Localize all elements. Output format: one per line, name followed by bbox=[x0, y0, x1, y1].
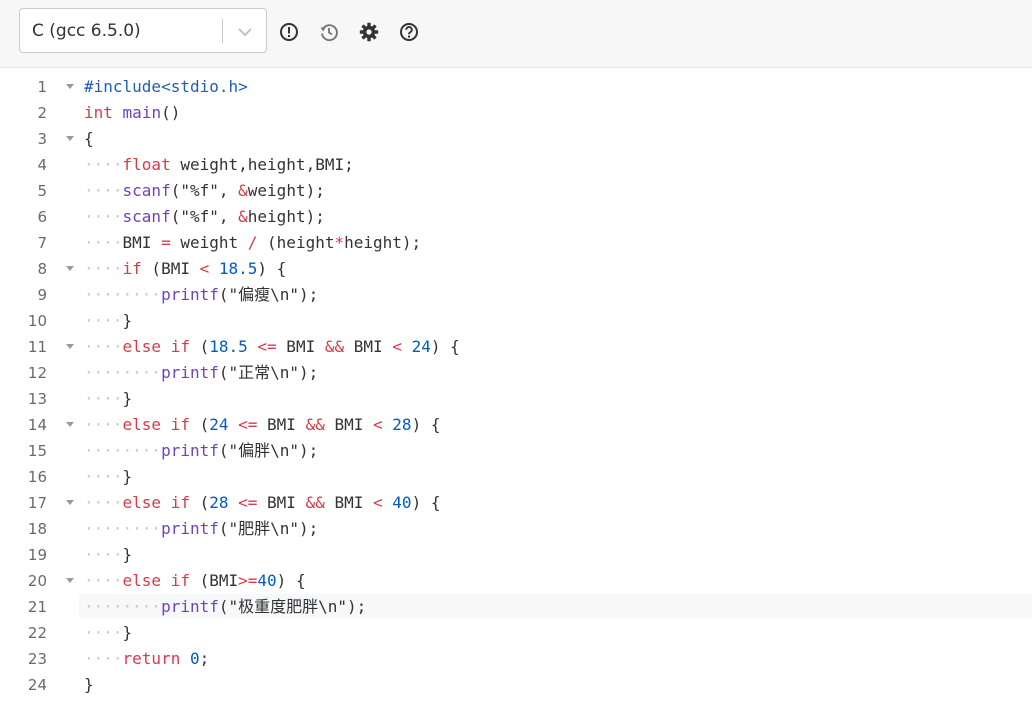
line-number: 21 bbox=[27, 598, 47, 616]
line-number: 7 bbox=[37, 234, 47, 252]
code-line[interactable]: 20 ····else if (BMI>=40) { bbox=[0, 568, 1032, 594]
history-icon[interactable] bbox=[318, 21, 340, 43]
code-text: { bbox=[84, 129, 94, 148]
chevron-down-icon[interactable] bbox=[236, 23, 254, 41]
code-text: #include<stdio.h> bbox=[84, 77, 248, 96]
help-icon[interactable] bbox=[398, 21, 420, 43]
line-number: 5 bbox=[37, 182, 47, 200]
code-line[interactable]: 23 ····return 0; bbox=[0, 646, 1032, 672]
code-editor[interactable]: 1 #include<stdio.h> 2 int main() 3{4 ····floa… bbox=[0, 68, 1032, 705]
line-number: 11 bbox=[27, 338, 47, 356]
code-text: ····float weight,height,BMI; bbox=[84, 155, 354, 174]
code-line[interactable]: 21 ········printf("极重度肥胖\n"); bbox=[0, 594, 1032, 620]
code-line[interactable]: 5 ····scanf("%f", &weight); bbox=[0, 178, 1032, 204]
code-text: ····scanf("%f", &height); bbox=[84, 207, 325, 226]
code-line[interactable]: 10 ····} bbox=[0, 308, 1032, 334]
line-number: 13 bbox=[27, 390, 47, 408]
code-line[interactable]: 13 ····} bbox=[0, 386, 1032, 412]
fold-arrow-icon[interactable] bbox=[66, 266, 74, 271]
code-line[interactable]: 16 ····} bbox=[0, 464, 1032, 490]
fold-arrow-icon[interactable] bbox=[66, 136, 74, 141]
code-text: ····} bbox=[84, 467, 133, 486]
code-line[interactable]: 24} bbox=[0, 672, 1032, 698]
code-text: ····else if (24 <= BMI && BMI < 28) { bbox=[84, 415, 441, 434]
fold-arrow-icon[interactable] bbox=[66, 578, 74, 583]
line-number: 6 bbox=[37, 208, 47, 226]
gear-icon[interactable] bbox=[358, 21, 380, 43]
code-text: ········printf("极重度肥胖\n"); bbox=[84, 597, 367, 616]
language-select[interactable]: C (gcc 6.5.0) bbox=[19, 8, 267, 53]
line-number: 1 bbox=[37, 78, 47, 96]
code-text: ····scanf("%f", &weight); bbox=[84, 181, 325, 200]
code-text: int main() bbox=[84, 103, 181, 122]
code-line[interactable]: 2 int main() bbox=[0, 100, 1032, 126]
fold-arrow-icon[interactable] bbox=[66, 500, 74, 505]
line-number: 14 bbox=[27, 416, 47, 434]
fold-arrow-icon[interactable] bbox=[66, 344, 74, 349]
code-line[interactable]: 18 ········printf("肥胖\n"); bbox=[0, 516, 1032, 542]
line-number: 12 bbox=[27, 364, 47, 382]
code-line[interactable]: 9 ········printf("偏瘦\n"); bbox=[0, 282, 1032, 308]
code-text: ····else if (18.5 <= BMI && BMI < 24) { bbox=[84, 337, 460, 356]
line-number: 19 bbox=[27, 546, 47, 564]
code-line[interactable]: 17 ····else if (28 <= BMI && BMI < 40) { bbox=[0, 490, 1032, 516]
fold-arrow-icon[interactable] bbox=[66, 422, 74, 427]
line-number: 9 bbox=[37, 286, 47, 304]
code-line[interactable]: 4 ····float weight,height,BMI; bbox=[0, 152, 1032, 178]
code-text: ····} bbox=[84, 389, 133, 408]
code-text: ········printf("肥胖\n"); bbox=[84, 519, 319, 538]
line-number: 18 bbox=[27, 520, 47, 538]
line-number: 24 bbox=[27, 676, 47, 694]
line-number: 10 bbox=[27, 312, 47, 330]
line-number: 16 bbox=[27, 468, 47, 486]
code-line[interactable]: 14 ····else if (24 <= BMI && BMI < 28) { bbox=[0, 412, 1032, 438]
code-text: ····else if (BMI>=40) { bbox=[84, 571, 306, 590]
code-text: ········printf("偏胖\n"); bbox=[84, 441, 319, 460]
exclamation-icon[interactable] bbox=[278, 21, 300, 43]
select-separator bbox=[222, 19, 223, 43]
code-line[interactable]: 7 ····BMI = weight / (height*height); bbox=[0, 230, 1032, 256]
line-number: 22 bbox=[27, 624, 47, 642]
line-number: 20 bbox=[27, 572, 47, 590]
code-line[interactable]: 15 ········printf("偏胖\n"); bbox=[0, 438, 1032, 464]
fold-arrow-icon[interactable] bbox=[66, 84, 74, 89]
code-text: ····if (BMI < 18.5) { bbox=[84, 259, 287, 278]
code-text: } bbox=[84, 675, 94, 694]
code-line[interactable]: 6 ····scanf("%f", &height); bbox=[0, 204, 1032, 230]
language-select-value: C (gcc 6.5.0) bbox=[32, 21, 141, 41]
code-text: ····else if (28 <= BMI && BMI < 40) { bbox=[84, 493, 441, 512]
code-text: ········printf("正常\n"); bbox=[84, 363, 319, 382]
code-line[interactable]: 3{ bbox=[0, 126, 1032, 152]
code-line[interactable]: 8 ····if (BMI < 18.5) { bbox=[0, 256, 1032, 282]
code-line[interactable]: 12 ········printf("正常\n"); bbox=[0, 360, 1032, 386]
code-text: ····BMI = weight / (height*height); bbox=[84, 233, 422, 252]
line-number: 17 bbox=[27, 494, 47, 512]
line-number: 15 bbox=[27, 442, 47, 460]
code-line[interactable]: 22 ····} bbox=[0, 620, 1032, 646]
code-text: ····} bbox=[84, 545, 133, 564]
code-line[interactable]: 19 ····} bbox=[0, 542, 1032, 568]
line-number: 4 bbox=[37, 156, 47, 174]
line-number: 23 bbox=[27, 650, 47, 668]
line-number: 8 bbox=[37, 260, 47, 278]
code-line[interactable]: 11 ····else if (18.5 <= BMI && BMI < 24) … bbox=[0, 334, 1032, 360]
line-number: 2 bbox=[37, 104, 47, 122]
editor-toolbar: C (gcc 6.5.0) bbox=[0, 0, 1032, 68]
code-text: ····} bbox=[84, 311, 133, 330]
line-number: 3 bbox=[37, 130, 47, 148]
code-text: ····} bbox=[84, 623, 133, 642]
code-text: ········printf("偏瘦\n"); bbox=[84, 285, 319, 304]
code-text: ····return 0; bbox=[84, 649, 210, 668]
code-line[interactable]: 1 #include<stdio.h> bbox=[0, 74, 1032, 100]
